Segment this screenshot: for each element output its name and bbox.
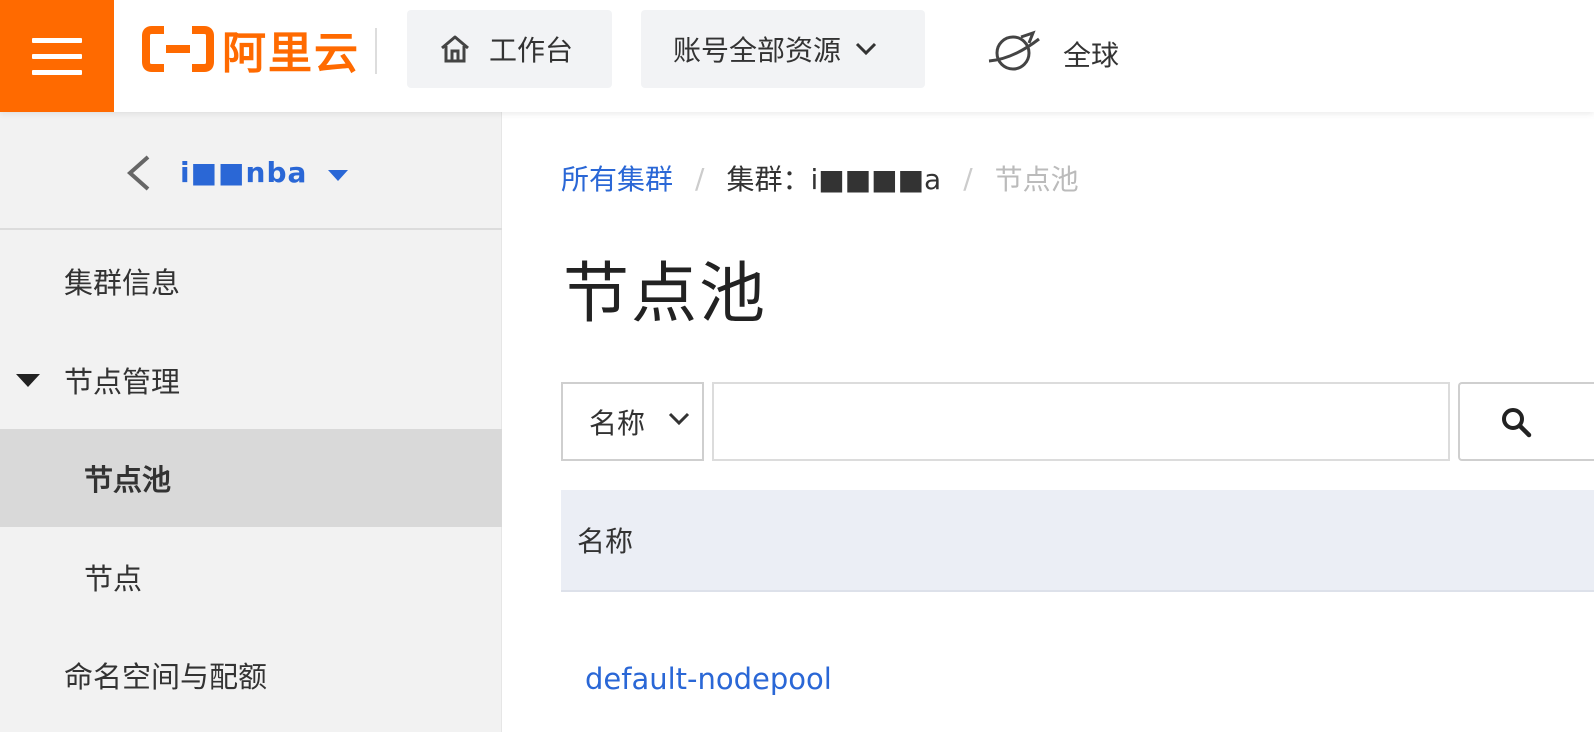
resources-label: 账号全部资源 <box>673 34 842 67</box>
workbench-button[interactable]: 工作台 <box>407 10 612 88</box>
table-header: 名称 <box>561 490 1594 592</box>
sidebar-item-node-pool[interactable]: 节点池 <box>0 429 502 527</box>
search-button[interactable] <box>1458 382 1594 461</box>
logo-text: 阿里云 <box>222 28 360 79</box>
home-icon <box>441 35 469 63</box>
topbar-divider <box>375 28 377 74</box>
filter-select-value: 名称 <box>589 406 646 440</box>
caret-expanded-icon <box>16 374 40 387</box>
filter-field-select[interactable]: 名称 <box>561 382 704 461</box>
region-selector[interactable]: 全球 <box>985 22 1119 82</box>
caret-down-icon[interactable] <box>328 170 348 181</box>
chevron-down-icon <box>855 42 877 56</box>
sidebar-item-namespace-quota[interactable]: 命名空间与配额 <box>0 626 502 724</box>
aliyun-logo-icon <box>142 26 214 72</box>
nodepool-name-link[interactable]: default-nodepool <box>585 662 832 696</box>
cluster-name[interactable]: i■■nba <box>180 156 307 189</box>
sidebar-item-label: 节点管理 <box>64 365 181 399</box>
sidebar-item-nodes[interactable]: 节点 <box>0 528 502 626</box>
workbench-label: 工作台 <box>489 34 574 67</box>
table-row: default-nodepool <box>561 594 1594 734</box>
breadcrumb-cluster[interactable]: 集群：i■■■■a <box>726 158 941 198</box>
sidebar-item-cluster-info[interactable]: 集群信息 <box>0 232 502 330</box>
search-input[interactable] <box>712 382 1450 461</box>
breadcrumb-separator: / <box>963 161 973 195</box>
sidebar-item-label: 节点 <box>84 562 143 596</box>
breadcrumb-separator: / <box>695 161 705 195</box>
sidebar-item-label: 节点池 <box>84 463 172 497</box>
breadcrumb-current: 节点池 <box>994 163 1079 196</box>
breadcrumb: 所有集群 / 集群：i■■■■a / 节点池 <box>561 158 1079 198</box>
sidebar: i■■nba 集群信息 节点管理 节点池 节点 命名空间与配额 <box>0 112 502 732</box>
top-bar: 阿里云 工作台 账号全部资源 全球 <box>0 0 1594 112</box>
aliyun-logo[interactable]: 阿里云 <box>142 24 360 79</box>
back-arrow-icon[interactable] <box>122 154 154 192</box>
page-title: 节点池 <box>563 255 767 332</box>
planet-icon <box>988 30 1040 71</box>
search-icon <box>1502 407 1532 437</box>
breadcrumb-all-clusters[interactable]: 所有集群 <box>561 158 673 198</box>
cluster-switcher: i■■nba <box>0 112 502 230</box>
sidebar-item-label: 集群信息 <box>64 266 181 300</box>
sidebar-item-node-management[interactable]: 节点管理 <box>0 331 502 429</box>
sidebar-item-label: 命名空间与配额 <box>64 660 268 694</box>
menu-icon <box>32 36 82 76</box>
main-content: 所有集群 / 集群：i■■■■a / 节点池 节点池 名称 名称 default… <box>503 112 1594 734</box>
hamburger-menu-button[interactable] <box>0 0 114 112</box>
column-header-name[interactable]: 名称 <box>577 520 633 560</box>
region-label: 全球 <box>1063 39 1120 72</box>
chevron-down-icon <box>668 412 690 426</box>
account-resources-dropdown[interactable]: 账号全部资源 <box>641 10 925 88</box>
